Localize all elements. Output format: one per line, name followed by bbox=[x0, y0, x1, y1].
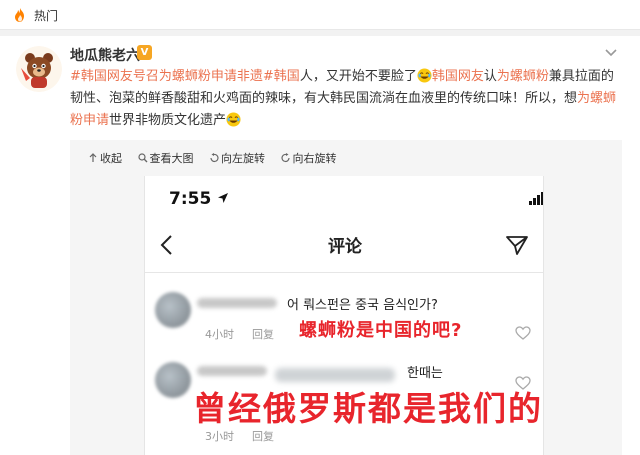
media-toolbar: 收起 查看大图 向左旋转 向右旋转 bbox=[88, 150, 349, 170]
post-text-segment: 人，又开始不要脸了 bbox=[299, 69, 417, 84]
avatar bbox=[155, 292, 191, 328]
divider bbox=[145, 272, 543, 273]
post-text: #韩国网友号召为螺蛳粉申请非遗#韩国人，又开始不要脸了 韩国网友认为螺蛳粉兼具拉面… bbox=[70, 66, 626, 132]
zoom-icon bbox=[137, 153, 147, 163]
heart-icon[interactable] bbox=[515, 326, 531, 340]
avatar bbox=[155, 362, 191, 398]
rotate-left-icon bbox=[210, 153, 219, 162]
avatar[interactable] bbox=[16, 46, 62, 92]
status-time: 7:55 bbox=[169, 189, 212, 209]
caption-overlay: 曾经俄罗斯都是我们的 bbox=[193, 389, 543, 428]
bear-mascot-icon bbox=[16, 46, 62, 92]
caption-overlay: 螺蛳粉是中国的吧? bbox=[299, 320, 463, 341]
rotate-left-button[interactable]: 向左旋转 bbox=[209, 150, 265, 166]
laugh-cry-emoji bbox=[226, 112, 241, 127]
hashtag-link[interactable]: 韩国 bbox=[274, 69, 300, 84]
signal-bar bbox=[529, 201, 532, 205]
collapse-icon bbox=[89, 153, 97, 162]
signal-bar bbox=[537, 195, 540, 205]
signal-bar bbox=[533, 198, 536, 205]
comment-meta: 4小时 回复 bbox=[205, 328, 274, 341]
rotate-right-button[interactable]: 向右旋转 bbox=[280, 150, 337, 166]
location-arrow-icon bbox=[218, 193, 228, 203]
blurred-username bbox=[197, 366, 267, 376]
verified-badge: V bbox=[137, 45, 152, 60]
blurred-username bbox=[197, 298, 277, 308]
signal-bar bbox=[541, 192, 543, 205]
reply-link[interactable]: 回复 bbox=[252, 328, 274, 341]
chevron-down-icon[interactable] bbox=[604, 48, 618, 58]
phone-screenshot[interactable]: 7:55 4G 评论 어 뤄스펀은 중국 음식인가? 螺蛳粉是中国的吧? 4小时… bbox=[144, 176, 544, 455]
media-panel: 收起 查看大图 向左旋转 向右旋转 7:55 4G bbox=[70, 140, 622, 455]
hashtag-link[interactable]: 为螺蛳粉 bbox=[497, 69, 549, 84]
username[interactable]: 地瓜熊老六 bbox=[70, 45, 140, 65]
page-title: 热门 bbox=[34, 9, 59, 23]
send-icon[interactable] bbox=[505, 234, 529, 256]
comment-text: 한때는 bbox=[407, 366, 443, 381]
laugh-cry-emoji bbox=[417, 68, 432, 83]
post-text-segment: 认 bbox=[483, 69, 497, 84]
nav-title: 评论 bbox=[328, 237, 362, 257]
collapse-button[interactable]: 收起 bbox=[88, 150, 122, 166]
post-text-segment: 世界非物质文化遗产 bbox=[109, 113, 227, 128]
weibo-post-card: 地瓜熊老六 V #韩国网友号召为螺蛳粉申请非遗#韩国人，又开始不要脸了 韩国网友认… bbox=[0, 36, 640, 455]
reply-link[interactable]: 回复 bbox=[252, 430, 274, 443]
fire-icon bbox=[15, 8, 24, 22]
rotate-right-icon bbox=[280, 153, 290, 162]
view-large-button[interactable]: 查看大图 bbox=[137, 150, 194, 166]
top-bar: 热门 bbox=[0, 0, 640, 30]
blurred-text bbox=[275, 368, 395, 382]
hashtag-link[interactable]: #韩国网友号召为螺蛳粉申请非遗# bbox=[70, 69, 274, 84]
comment-meta: 3小时 回复 bbox=[205, 430, 274, 443]
comment-text: 어 뤄스펀은 중국 음식인가? bbox=[287, 298, 438, 313]
hashtag-link[interactable]: 韩国网友 bbox=[432, 69, 484, 84]
